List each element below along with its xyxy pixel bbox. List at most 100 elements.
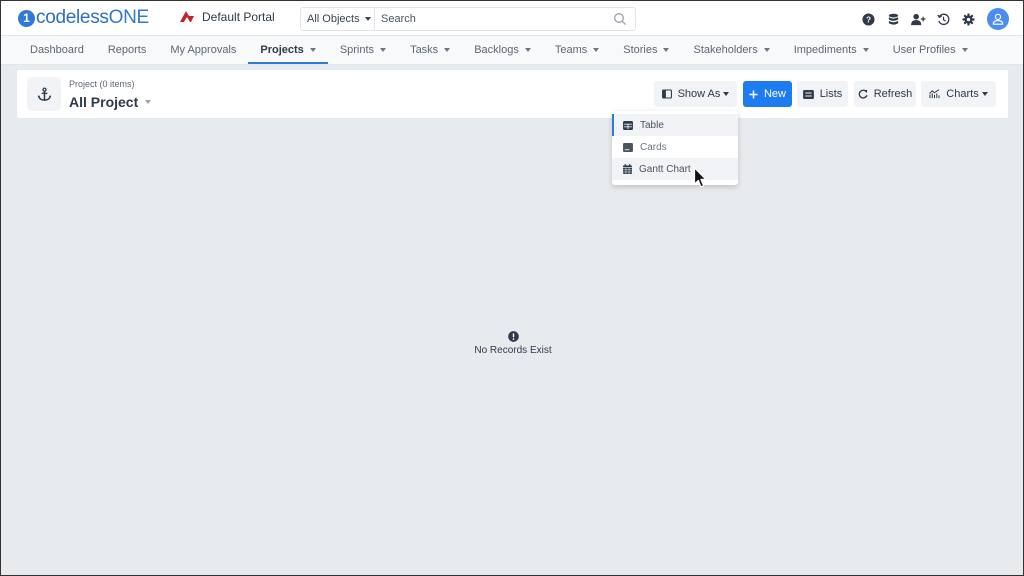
nav-item-stories[interactable]: Stories xyxy=(611,36,681,64)
nav-item-label: Impediments xyxy=(793,44,857,56)
nav-item-label: Stories xyxy=(623,44,658,56)
chevron-down-icon xyxy=(524,48,531,52)
menu-item-label: Cards xyxy=(640,141,667,153)
search-scope-dropdown[interactable]: All Objects xyxy=(301,8,375,30)
nav-item-sprints[interactable]: Sprints xyxy=(328,36,398,64)
database-button[interactable] xyxy=(881,7,905,31)
nav-item-label: Sprints xyxy=(339,44,375,56)
entity-icon-box xyxy=(27,77,61,111)
refresh-button[interactable]: Refresh xyxy=(854,81,916,107)
logo-text-a: codeless xyxy=(36,7,109,28)
nav-item-stakeholders[interactable]: Stakeholders xyxy=(681,36,781,64)
logo-text-b: ONE xyxy=(108,7,150,28)
nav-item-user-profiles[interactable]: User Profiles xyxy=(881,36,980,64)
gear-icon xyxy=(961,12,975,26)
chevron-down-icon xyxy=(763,48,770,52)
history-button[interactable] xyxy=(931,7,955,31)
chevron-down-icon xyxy=(663,48,670,52)
nav-item-label: Backlogs xyxy=(474,44,519,56)
chevron-down-icon xyxy=(444,48,451,52)
nav-item-projects[interactable]: Projects xyxy=(248,36,329,64)
nav-item-reports[interactable]: Reports xyxy=(96,36,159,64)
show-as-label: Show As xyxy=(677,88,721,100)
nav-item-dashboard[interactable]: Dashboard xyxy=(18,36,96,64)
menu-item-label: Gantt Chart xyxy=(639,163,691,175)
nav-item-label: My Approvals xyxy=(170,44,237,56)
new-button[interactable]: New xyxy=(743,81,792,107)
settings-button[interactable] xyxy=(956,7,980,31)
charts-button[interactable]: Charts xyxy=(921,81,996,107)
refresh-label: Refresh xyxy=(873,88,913,100)
lists-button[interactable]: Lists xyxy=(797,81,848,107)
menu-item-table[interactable]: Table xyxy=(612,114,738,136)
menu-item-cards[interactable]: Cards xyxy=(612,136,738,158)
view-selector[interactable]: All Project xyxy=(69,94,152,110)
chevron-down-icon xyxy=(380,48,387,52)
nav-item-tasks[interactable]: Tasks xyxy=(398,36,462,64)
help-button[interactable]: ? xyxy=(856,7,880,31)
logo-mark-icon: 1 xyxy=(18,9,35,27)
chevron-down-icon xyxy=(364,17,371,21)
add-user-icon xyxy=(910,13,925,25)
show-as-button[interactable]: Show As xyxy=(654,81,737,107)
add-user-button[interactable] xyxy=(906,7,930,31)
charts-label: Charts xyxy=(946,88,979,100)
portal-selector[interactable]: Default Portal xyxy=(179,10,275,24)
chevron-down-icon xyxy=(145,100,152,104)
main-nav: Dashboard Reports My Approvals Projects Spri… xyxy=(1,36,1023,65)
chevron-down-icon xyxy=(961,48,968,52)
nav-item-label: User Profiles xyxy=(892,44,956,56)
app-logo[interactable]: 1 codelessONE xyxy=(18,7,149,29)
menu-item-gantt-chart[interactable]: Gantt Chart xyxy=(612,158,738,180)
nav-item-impediments[interactable]: Impediments xyxy=(782,36,881,64)
anchor-icon xyxy=(37,86,51,101)
view-title: All Project xyxy=(69,94,139,110)
list-header-panel: Project (0 items) All Project Show As Ne… xyxy=(17,70,1008,118)
search-input[interactable] xyxy=(375,8,613,30)
nav-item-label: Stakeholders xyxy=(693,44,758,56)
refresh-icon xyxy=(858,89,868,99)
nav-item-label: Tasks xyxy=(410,44,439,56)
record-count: Project (0 items) xyxy=(69,79,135,89)
nav-item-teams[interactable]: Teams xyxy=(543,36,611,64)
global-search: All Objects xyxy=(300,7,636,31)
nav-item-label: Projects xyxy=(260,44,304,56)
lists-label: Lists xyxy=(819,88,843,100)
database-icon xyxy=(888,13,898,25)
nav-item-backlogs[interactable]: Backlogs xyxy=(462,36,543,64)
chevron-down-icon xyxy=(862,48,869,52)
layout-icon xyxy=(661,89,672,99)
menu-item-label: Table xyxy=(640,119,664,131)
user-avatar-icon xyxy=(992,13,1004,25)
svg-text:?: ? xyxy=(865,14,870,24)
nav-item-label: Dashboard xyxy=(30,44,84,56)
portal-icon xyxy=(180,11,194,22)
show-as-menu: Table Cards Gantt Chart xyxy=(612,111,738,185)
chart-icon xyxy=(929,89,940,99)
list-icon xyxy=(802,89,814,99)
chevron-down-icon xyxy=(309,48,316,52)
help-icon: ? xyxy=(861,12,875,26)
history-icon xyxy=(936,13,949,25)
nav-item-my-approvals[interactable]: My Approvals xyxy=(158,36,248,64)
search-icon[interactable] xyxy=(613,12,627,26)
info-icon xyxy=(507,331,519,342)
nav-item-label: Teams xyxy=(554,44,588,56)
empty-state-message: No Records Exist xyxy=(474,345,552,356)
nav-item-label: Reports xyxy=(107,44,147,56)
header-actions: ? xyxy=(855,7,1009,31)
chevron-down-icon xyxy=(723,92,730,96)
plus-icon xyxy=(749,89,758,99)
table-icon xyxy=(623,120,633,130)
chevron-down-icon xyxy=(981,92,988,96)
new-label: New xyxy=(763,88,786,100)
top-bar: 1 codelessONE Default Portal All Objects… xyxy=(1,1,1023,36)
user-avatar[interactable] xyxy=(987,8,1009,30)
search-scope-label: All Objects xyxy=(307,13,360,25)
logo-text: codelessONE xyxy=(36,7,149,29)
calendar-icon xyxy=(623,164,632,174)
chevron-down-icon xyxy=(593,48,600,52)
cards-icon xyxy=(623,142,633,152)
portal-name: Default Portal xyxy=(202,10,275,24)
empty-state: No Records Exist xyxy=(441,331,585,356)
